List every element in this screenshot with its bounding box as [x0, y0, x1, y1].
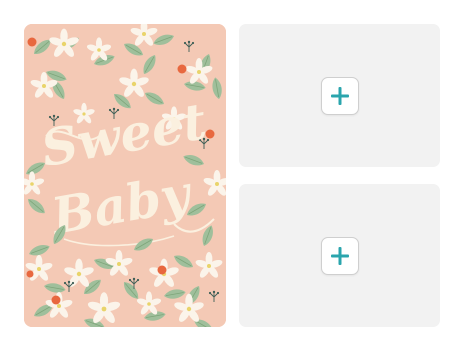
photo-slot-1[interactable]: [239, 24, 440, 167]
add-photo-button-1[interactable]: [320, 76, 359, 115]
plus-icon: [330, 246, 349, 265]
photo-slot-2[interactable]: [239, 184, 440, 327]
card-editor: Sweet Baby: [0, 0, 464, 352]
add-photo-button-2[interactable]: [320, 236, 359, 275]
plus-icon: [330, 86, 349, 105]
card-artwork: Sweet Baby: [24, 24, 226, 327]
greeting-card-preview[interactable]: Sweet Baby: [24, 24, 226, 327]
